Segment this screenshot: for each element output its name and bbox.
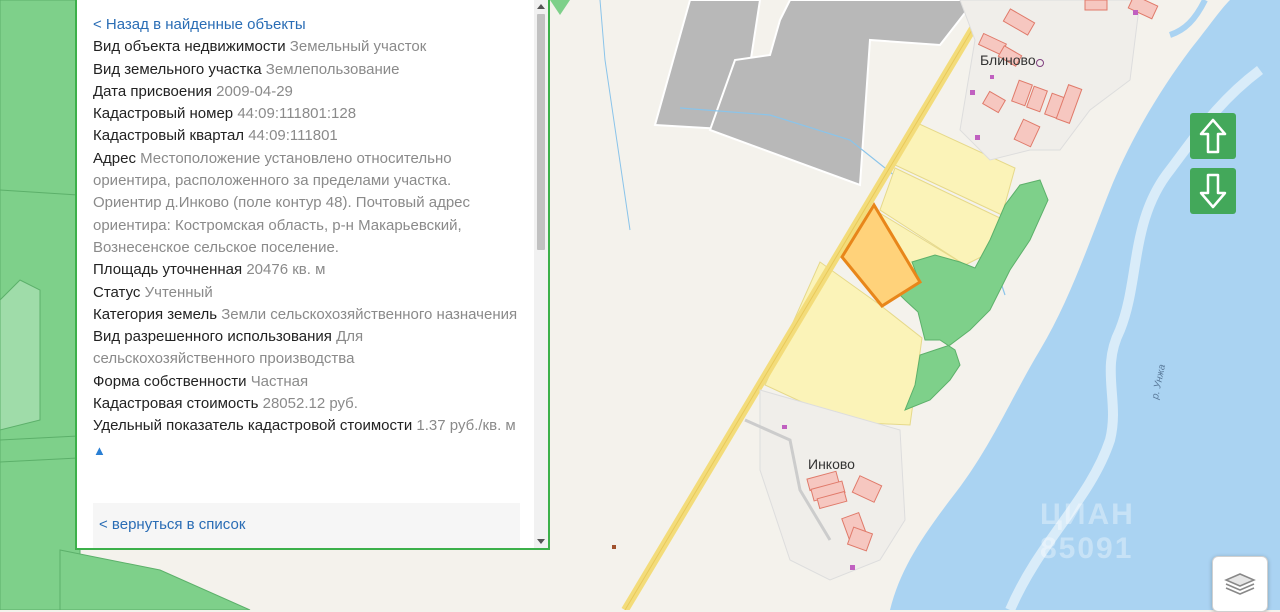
place-label-inkovo: Инково — [808, 456, 855, 472]
scroll-down-button[interactable] — [1190, 168, 1236, 214]
field-value: 2009-04-29 — [216, 82, 293, 100]
field-value: Землепользование — [265, 60, 400, 78]
field-value: 20476 кв. м — [246, 261, 326, 279]
collapse-arrow-icon[interactable]: ▲ — [93, 440, 523, 462]
field-permitted-use: Вид разрешенного использования Для сельс… — [93, 326, 523, 371]
field-value: 44:09:111801 — [248, 127, 338, 145]
field-value: 1.37 руб./кв. м — [416, 417, 516, 435]
back-to-results-link[interactable]: < Назад в найденные объекты — [93, 14, 523, 36]
field-label: Дата присвоения — [93, 82, 212, 100]
field-label: Форма собственности — [93, 372, 247, 390]
return-to-list-link[interactable]: < вернуться в список — [99, 516, 245, 533]
scroll-thumb[interactable] — [537, 14, 545, 250]
field-cadastral-quarter: Кадастровый квартал 44:09:111801 — [93, 125, 523, 147]
field-label: Адрес — [93, 149, 136, 167]
field-status: Статус Учтенный — [93, 282, 523, 304]
arrow-down-icon — [1199, 173, 1227, 209]
field-area: Площадь уточненная 20476 кв. м — [93, 259, 523, 281]
field-value: 28052.12 руб. — [262, 395, 358, 413]
field-value: Учтенный — [144, 283, 213, 301]
field-value: Местоположение установлено относительно … — [93, 149, 471, 256]
field-label: Кадастровый номер — [93, 105, 234, 123]
return-list-box: < вернуться в список — [93, 503, 520, 548]
field-land-type: Вид земельного участка Землепользование — [93, 59, 523, 81]
field-label: Кадастровая стоимость — [93, 395, 259, 413]
place-marker — [1036, 59, 1044, 67]
field-value: Земли сельскохозяйственного назначения — [221, 305, 518, 323]
layers-button[interactable] — [1212, 556, 1268, 612]
field-land-category: Категория земель Земли сельскохозяйствен… — [93, 304, 523, 326]
field-object-type: Вид объекта недвижимости Земельный участ… — [93, 36, 523, 58]
object-info-panel: < Назад в найденные объекты Вид объекта … — [75, 0, 550, 550]
watermark: ЦИАН 85091 — [1040, 498, 1135, 565]
field-cadastral-number: Кадастровый номер 44:09:111801:128 — [93, 103, 523, 125]
panel-scrollbar[interactable] — [534, 0, 548, 548]
field-value: 44:09:111801:128 — [237, 105, 357, 123]
place-label-blinovo: Блиново — [980, 52, 1036, 68]
field-address: Адрес Местоположение установлено относит… — [93, 148, 523, 259]
field-label: Площадь уточненная — [93, 261, 243, 279]
field-label: Статус — [93, 283, 141, 301]
field-label: Кадастровый квартал — [93, 127, 245, 145]
scroll-down-arrow-icon[interactable] — [537, 539, 545, 544]
layers-icon — [1224, 573, 1256, 595]
field-label: Вид объекта недвижимости — [93, 38, 286, 56]
field-label: Удельный показатель кадастровой стоимост… — [93, 417, 413, 435]
field-label: Вид разрешенного использования — [93, 328, 332, 346]
arrow-up-icon — [1199, 118, 1227, 154]
field-specific-value: Удельный показатель кадастровой стоимост… — [93, 415, 523, 437]
field-value: Земельный участок — [289, 38, 427, 56]
field-cadastral-value: Кадастровая стоимость 28052.12 руб. — [93, 393, 523, 415]
field-label: Категория земель — [93, 305, 218, 323]
field-value: Частная — [250, 372, 309, 390]
scroll-up-arrow-icon[interactable] — [537, 4, 545, 9]
field-label: Вид земельного участка — [93, 60, 262, 78]
field-assign-date: Дата присвоения 2009-04-29 — [93, 81, 523, 103]
scroll-up-button[interactable] — [1190, 113, 1236, 159]
field-ownership: Форма собственности Частная — [93, 371, 523, 393]
